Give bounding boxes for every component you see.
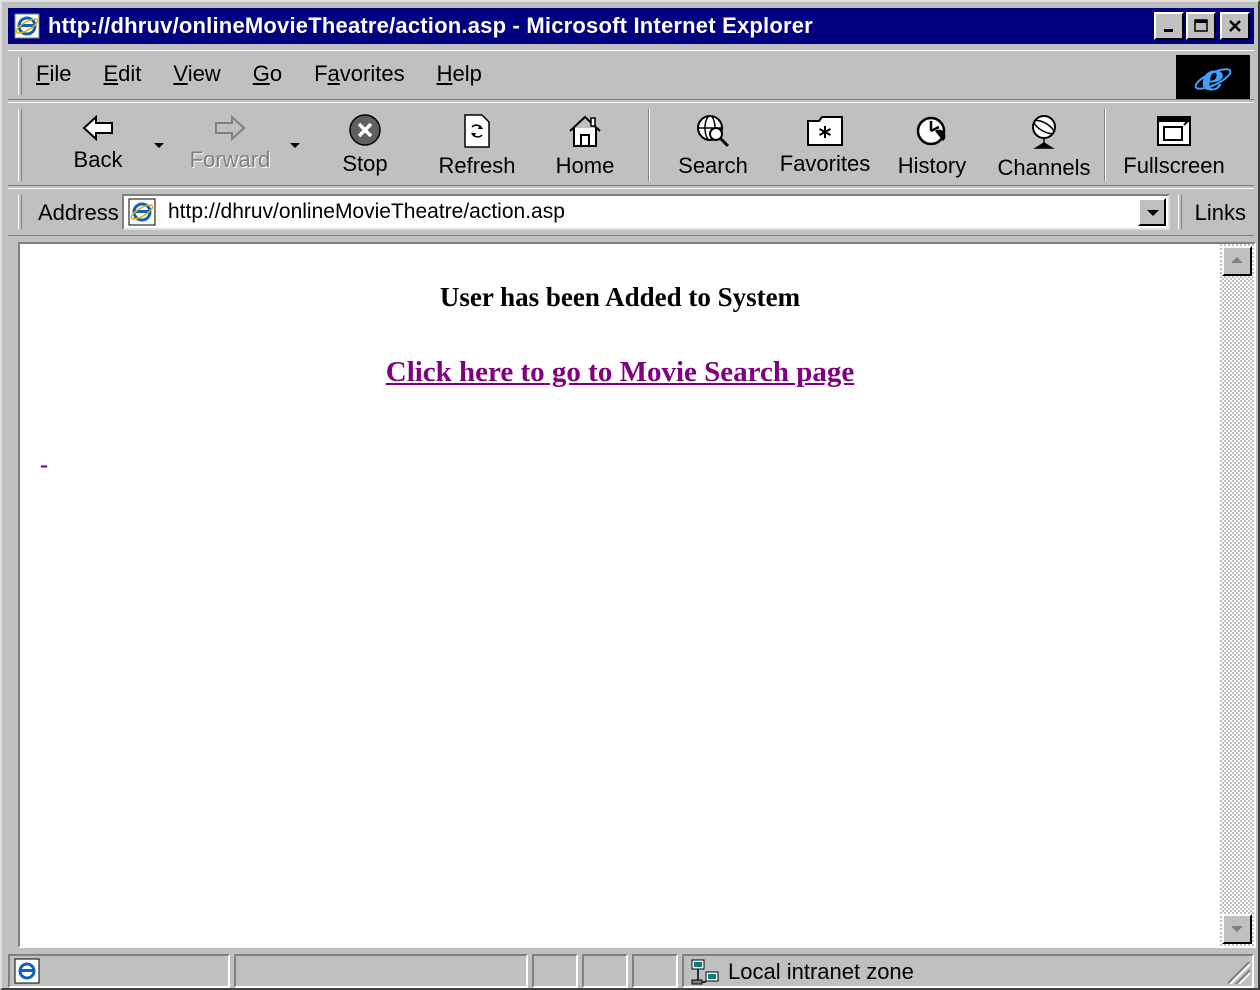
- intranet-network-icon: [691, 959, 719, 985]
- links-grip[interactable]: [1178, 195, 1182, 229]
- menu-view[interactable]: View: [173, 61, 220, 87]
- toolbar-separator: [1104, 109, 1106, 181]
- address-bar: Address http://dhruv/onlineMovieTheatre/…: [8, 188, 1254, 236]
- stop-label: Stop: [342, 151, 388, 176]
- stray-link-dash[interactable]: -: [40, 452, 48, 479]
- back-dropdown-arrow[interactable]: [154, 143, 164, 148]
- menu-bar: File Edit View Go Favorites Help e: [8, 50, 1254, 100]
- refresh-button[interactable]: Refresh: [422, 103, 532, 187]
- channels-button[interactable]: Channels: [992, 103, 1096, 187]
- fullscreen-button[interactable]: Fullscreen: [1116, 103, 1232, 187]
- fullscreen-label: Fullscreen: [1123, 153, 1225, 178]
- addressbar-grip[interactable]: [18, 195, 22, 229]
- address-input[interactable]: http://dhruv/onlineMovieTheatre/action.a…: [122, 194, 1170, 230]
- minimize-icon: [1164, 29, 1173, 32]
- status-panel-progress: [234, 954, 528, 988]
- document-body: User has been Added to System Click here…: [20, 244, 1220, 946]
- history-label: History: [897, 153, 967, 178]
- home-button[interactable]: Home: [542, 103, 628, 187]
- forward-button[interactable]: Forward: [180, 103, 280, 187]
- close-button[interactable]: [1220, 12, 1250, 40]
- forward-dropdown-arrow[interactable]: [290, 143, 300, 148]
- stop-icon: [349, 114, 381, 146]
- channels-satellite-icon: [1032, 115, 1056, 149]
- menu-help[interactable]: Help: [437, 61, 482, 87]
- search-label: Search: [678, 153, 748, 178]
- forward-label: Forward: [189, 147, 271, 172]
- browser-window: http://dhruv/onlineMovieTheatre/action.a…: [0, 0, 1260, 990]
- favorites-button[interactable]: Favorites: [774, 103, 876, 187]
- menu-go[interactable]: Go: [253, 61, 282, 87]
- menubar-grip[interactable]: [18, 57, 22, 95]
- zone-label: Local intranet zone: [728, 959, 914, 984]
- movie-search-link[interactable]: Click here to go to Movie Search page: [386, 356, 855, 388]
- resize-grip[interactable]: [1228, 962, 1250, 984]
- window-title: http://dhruv/onlineMovieTheatre/action.a…: [48, 13, 813, 38]
- page-content: User has been Added to System Click here…: [18, 242, 1256, 948]
- links-button[interactable]: Links: [1195, 200, 1246, 226]
- address-url[interactable]: http://dhruv/onlineMovieTheatre/action.a…: [168, 200, 565, 224]
- ie-page-icon[interactable]: [14, 13, 40, 39]
- address-dropdown-button[interactable]: [1138, 198, 1166, 226]
- ie-page-icon: [128, 198, 156, 226]
- favorites-folder-icon: [807, 116, 843, 146]
- search-globe-icon: [697, 115, 730, 148]
- address-label: Address: [38, 200, 119, 225]
- ie-logo-icon: e: [1194, 58, 1232, 96]
- standard-toolbar: Back Forward Stop Refresh Home Search Fa: [8, 102, 1254, 186]
- menu-edit[interactable]: Edit: [103, 61, 141, 87]
- back-arrow-icon: [82, 114, 113, 142]
- vertical-scrollbar[interactable]: [1220, 244, 1254, 946]
- refresh-label: Refresh: [438, 153, 516, 178]
- menu-favorites[interactable]: Favorites: [314, 61, 405, 87]
- status-panel-main: [8, 954, 230, 988]
- title-bar[interactable]: http://dhruv/onlineMovieTheatre/action.a…: [8, 8, 1254, 44]
- status-panel-lock: [582, 954, 628, 988]
- history-button[interactable]: History: [888, 103, 976, 187]
- minimize-button[interactable]: [1154, 12, 1184, 40]
- toolbar-separator: [648, 109, 650, 181]
- menu-items: File Edit View Go Favorites Help: [36, 61, 514, 87]
- back-button[interactable]: Back: [52, 103, 144, 187]
- menu-file[interactable]: File: [36, 61, 71, 87]
- favorites-label: Favorites: [779, 151, 871, 176]
- home-label: Home: [555, 153, 615, 178]
- refresh-icon: [464, 114, 490, 148]
- maximize-button[interactable]: [1186, 12, 1216, 40]
- scroll-up-button[interactable]: [1222, 246, 1252, 276]
- toolbar-grip[interactable]: [18, 109, 22, 181]
- fullscreen-icon: [1157, 116, 1191, 146]
- search-button[interactable]: Search: [668, 103, 758, 187]
- ie-page-icon: [14, 958, 40, 984]
- confirmation-message: User has been Added to System: [439, 282, 801, 312]
- status-panel-offline: [532, 954, 578, 988]
- scroll-down-button[interactable]: [1222, 914, 1252, 944]
- ie-throbber-logo: e: [1176, 55, 1250, 99]
- forward-arrow-icon: [215, 114, 246, 142]
- home-icon: [569, 115, 601, 147]
- status-panel-extra: [632, 954, 678, 988]
- status-bar: Local intranet zone: [8, 952, 1254, 988]
- back-label: Back: [73, 147, 123, 172]
- history-clock-icon: [916, 116, 946, 146]
- stop-button[interactable]: Stop: [320, 103, 410, 187]
- status-panel-zone: Local intranet zone: [682, 954, 1254, 988]
- close-icon: [1229, 20, 1241, 32]
- maximize-icon: [1194, 19, 1208, 32]
- channels-label: Channels: [997, 155, 1091, 180]
